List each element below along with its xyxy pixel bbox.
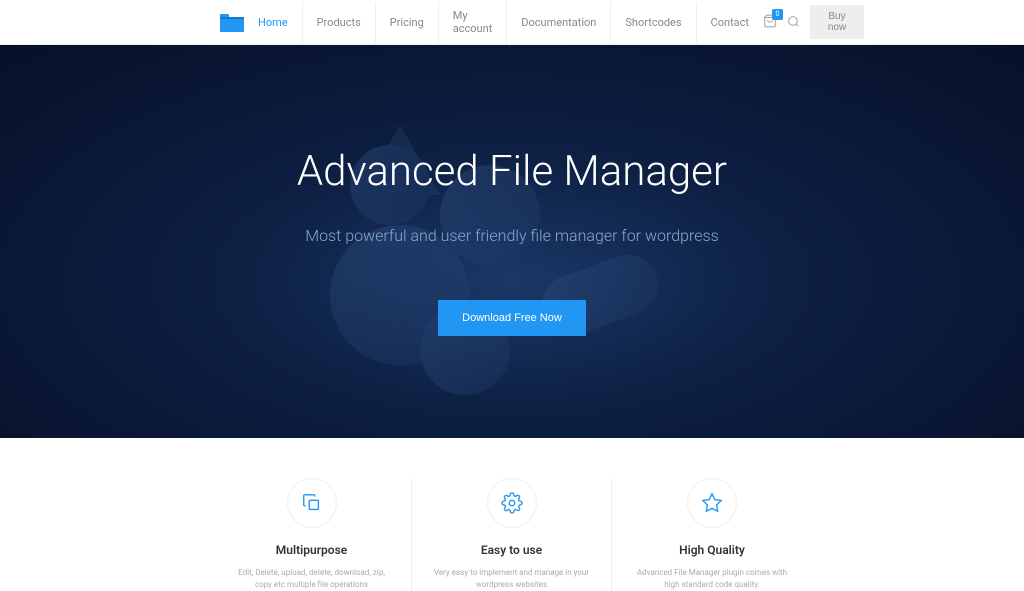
feature-title: High Quality (632, 543, 792, 557)
main-nav: Home Products Pricing My account Documen… (244, 0, 763, 49)
buy-now-button[interactable]: Buy now (810, 5, 864, 39)
feature-high-quality: High Quality Advanced File Manager plugi… (612, 478, 812, 591)
copy-icon (287, 478, 337, 528)
nav-products[interactable]: Products (303, 2, 376, 43)
cart-button[interactable]: 0 (763, 13, 777, 32)
gear-icon (487, 478, 537, 528)
hero-section: Advanced File Manager Most powerful and … (0, 45, 1024, 438)
nav-documentation[interactable]: Documentation (507, 2, 611, 43)
download-button[interactable]: Download Free Now (438, 300, 586, 336)
star-icon (687, 478, 737, 528)
feature-desc: Advanced File Manager plugin comes with … (632, 567, 792, 591)
logo[interactable] (220, 12, 244, 32)
search-icon (787, 15, 800, 28)
nav-shortcodes[interactable]: Shortcodes (611, 2, 696, 43)
feature-title: Multipurpose (232, 543, 391, 557)
feature-desc: Edit, Delete, upload, delete, download, … (232, 567, 391, 591)
header-right: 0 Buy now (763, 5, 864, 39)
feature-multipurpose: Multipurpose Edit, Delete, upload, delet… (212, 478, 412, 591)
hero-subtitle: Most powerful and user friendly file man… (297, 226, 727, 245)
nav-my-account[interactable]: My account (439, 0, 508, 49)
features-section: Multipurpose Edit, Delete, upload, delet… (0, 438, 1024, 591)
hero-title: Advanced File Manager (297, 147, 727, 196)
feature-desc: Very easy to implement and manage in you… (432, 567, 591, 591)
nav-contact[interactable]: Contact (697, 2, 763, 43)
search-button[interactable] (787, 13, 800, 32)
feature-easy-to-use: Easy to use Very easy to implement and m… (412, 478, 612, 591)
hero-content: Advanced File Manager Most powerful and … (297, 147, 727, 336)
feature-title: Easy to use (432, 543, 591, 557)
nav-pricing[interactable]: Pricing (376, 2, 439, 43)
cart-count-badge: 0 (772, 9, 783, 20)
nav-home[interactable]: Home (244, 2, 303, 43)
header: Home Products Pricing My account Documen… (0, 0, 1024, 45)
